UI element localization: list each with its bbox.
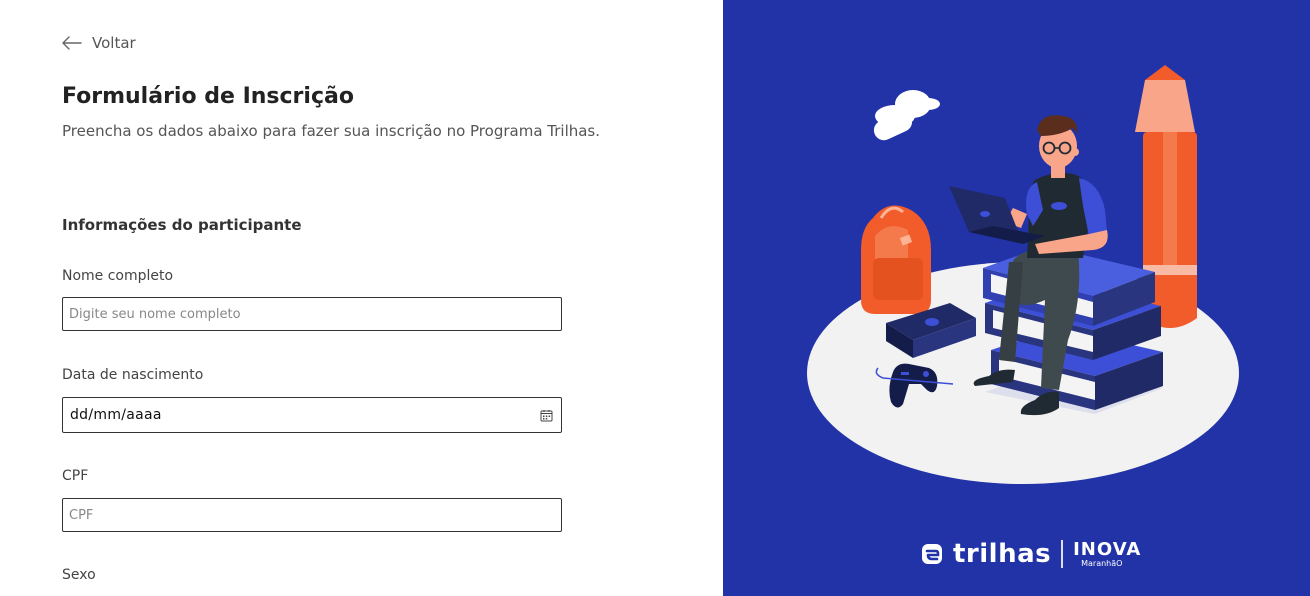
trilhas-logo-icon xyxy=(922,544,942,564)
inova-subtitle: MaranhãO xyxy=(1081,558,1123,568)
cpf-label: CPF xyxy=(62,468,89,484)
page-subtitle: Preencha os dados abaixo para fazer sua … xyxy=(62,122,601,140)
birthdate-input[interactable]: dd/mm/aaaa xyxy=(62,397,562,433)
cloud-icon xyxy=(873,90,940,141)
trilhas-wordmark: trilhas xyxy=(953,539,1052,569)
inova-logo: INOVA MaranhãO xyxy=(1073,538,1142,568)
form-panel: Voltar Formulário de Inscrição Preencha … xyxy=(0,0,723,596)
inova-wordmark: INOVA xyxy=(1073,538,1142,560)
arrow-left-icon xyxy=(62,36,82,50)
name-input[interactable] xyxy=(62,297,562,331)
birthdate-label: Data de nascimento xyxy=(62,367,204,383)
birthdate-value: dd/mm/aaaa xyxy=(70,407,162,423)
calendar-icon[interactable] xyxy=(540,409,553,422)
sex-label: Sexo xyxy=(62,567,96,583)
back-label: Voltar xyxy=(92,34,136,52)
student-illustration xyxy=(807,65,1239,484)
backpack-icon xyxy=(861,205,931,314)
logo-divider xyxy=(1061,540,1064,568)
name-label: Nome completo xyxy=(62,268,174,284)
cpf-input[interactable] xyxy=(62,498,562,532)
page-title: Formulário de Inscrição xyxy=(62,84,354,109)
back-link[interactable]: Voltar xyxy=(62,34,136,52)
illustration-panel: trilhas INOVA MaranhãO xyxy=(723,0,1310,596)
brand-logos: trilhas INOVA MaranhãO xyxy=(921,539,1141,569)
section-title: Informações do participante xyxy=(62,216,302,234)
